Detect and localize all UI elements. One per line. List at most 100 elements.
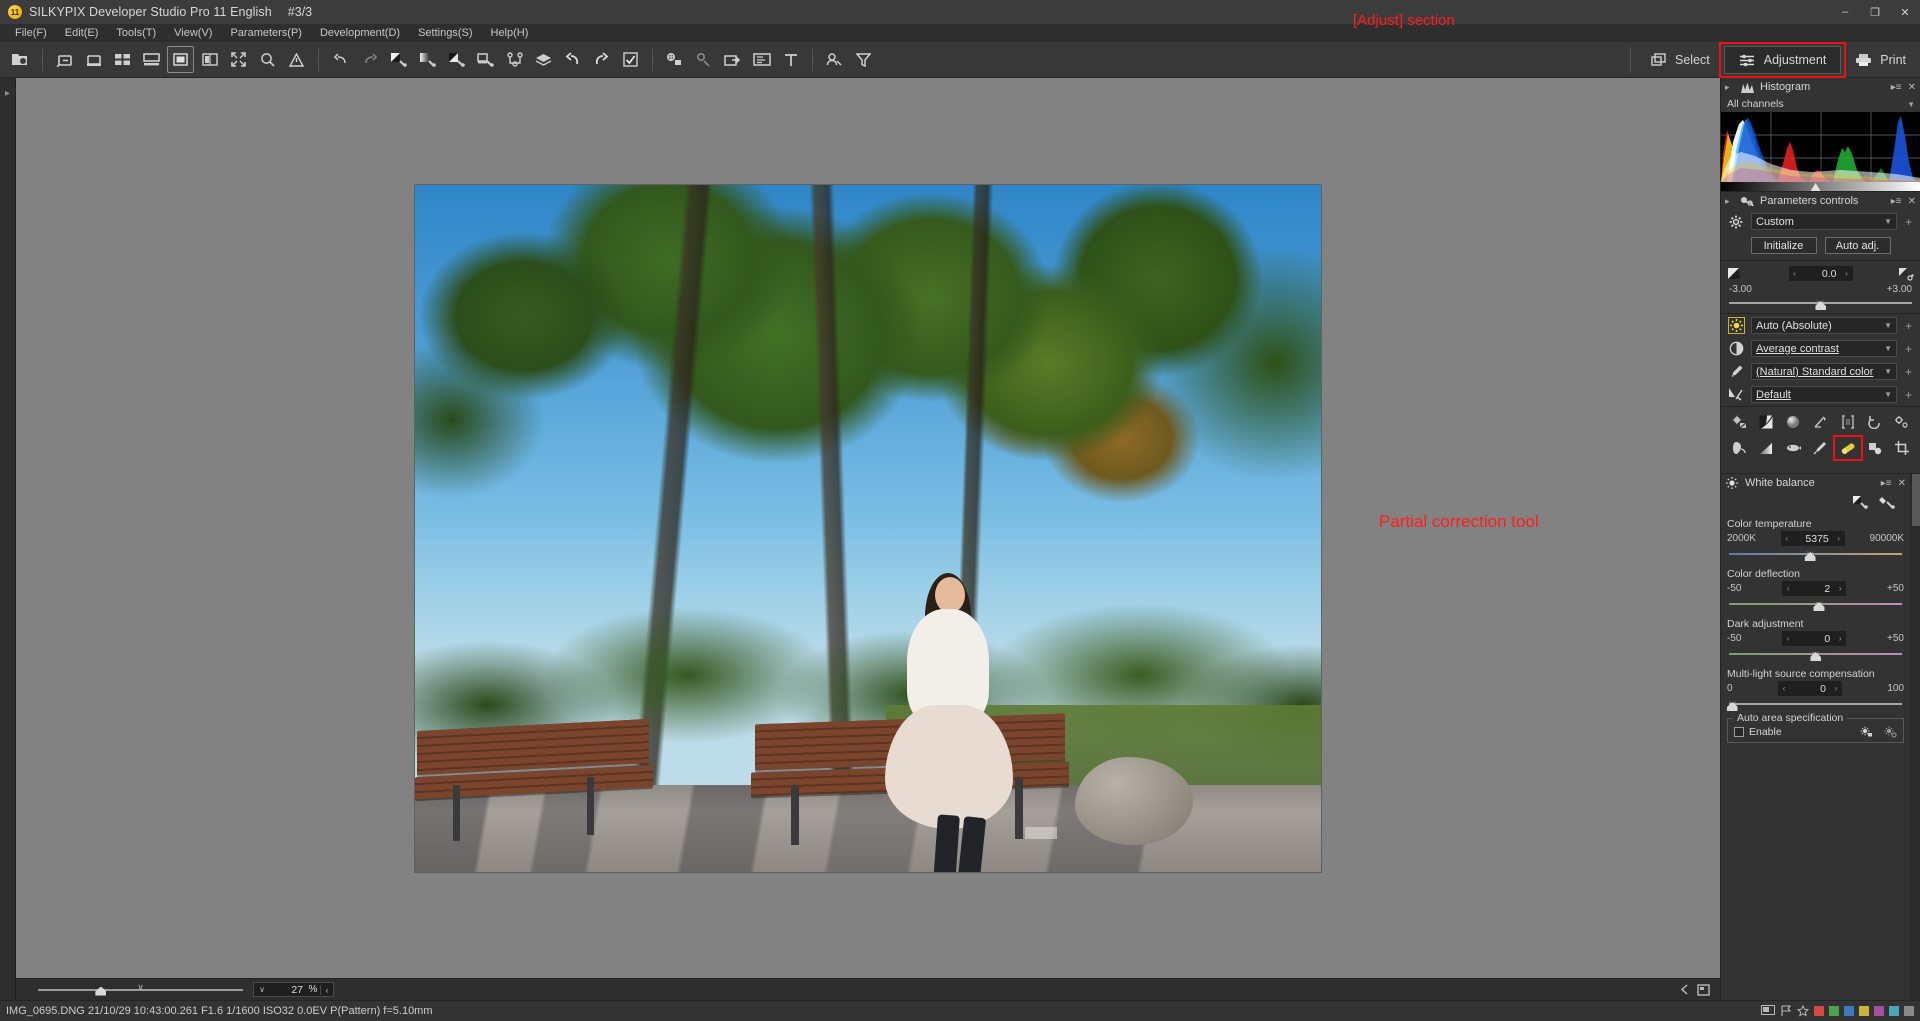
color-icon[interactable] bbox=[1727, 364, 1745, 379]
multi-light-spinner[interactable]: ‹ 0 › bbox=[1777, 681, 1842, 696]
fisheye-tool-icon[interactable] bbox=[1783, 439, 1803, 457]
auto-adj-button[interactable]: Auto adj. bbox=[1824, 237, 1891, 254]
preset-combo[interactable]: Custom ▼ bbox=[1751, 213, 1897, 230]
color-temperature-prev-arrow[interactable]: ‹ bbox=[1781, 534, 1793, 543]
auto-area-enable-row[interactable]: Enable bbox=[1734, 725, 1897, 738]
color-temperature-next-arrow[interactable]: › bbox=[1833, 534, 1845, 543]
lens-aberration-tool-icon[interactable]: II bbox=[1838, 413, 1858, 431]
initialize-button[interactable]: Initialize bbox=[1750, 237, 1817, 254]
chevron-right-icon[interactable]: ▸ bbox=[1725, 196, 1734, 207]
exposure-reset-icon[interactable] bbox=[1898, 267, 1914, 281]
slideshow-icon[interactable] bbox=[748, 46, 775, 73]
chevron-down-icon[interactable]: ▼ bbox=[1884, 217, 1892, 226]
histogram-channel-select[interactable]: All channels ▼ bbox=[1721, 96, 1920, 112]
white-balance-panel-header[interactable]: White balance ▸≡ ✕ bbox=[1721, 474, 1910, 492]
menu-file[interactable]: File(F) bbox=[6, 26, 56, 40]
maximize-button[interactable]: ❐ bbox=[1860, 0, 1890, 24]
filmstrip-icon[interactable] bbox=[138, 46, 165, 73]
menu-settings[interactable]: Settings(S) bbox=[409, 26, 481, 40]
mark-gray-icon[interactable] bbox=[1904, 1006, 1914, 1016]
exposure-icon[interactable] bbox=[1727, 267, 1743, 281]
left-collapse-strip[interactable]: ▸ bbox=[0, 78, 16, 1000]
gradation-brush-icon[interactable] bbox=[414, 46, 441, 73]
menu-parameters[interactable]: Parameters(P) bbox=[221, 26, 311, 40]
prev-image-icon[interactable] bbox=[1679, 984, 1691, 995]
skin-picker-icon[interactable] bbox=[1879, 495, 1896, 510]
open-folder-icon[interactable] bbox=[4, 46, 34, 73]
contrast-brush-icon[interactable] bbox=[443, 46, 470, 73]
compare-view-icon[interactable] bbox=[196, 46, 223, 73]
auto-area-sun-alt-icon[interactable] bbox=[1883, 725, 1897, 738]
mode-adjustment-button[interactable]: Adjustment bbox=[1718, 42, 1846, 78]
sharpness-tool-icon[interactable] bbox=[1810, 413, 1830, 431]
color-deflection-slider[interactable]: ⌵ bbox=[1729, 597, 1902, 612]
spotting-tool-icon[interactable] bbox=[1865, 439, 1885, 457]
rotate-right-icon[interactable] bbox=[588, 46, 615, 73]
exposure-slider[interactable]: ⌵ bbox=[1729, 296, 1912, 311]
color-deflection-next-arrow[interactable]: › bbox=[1834, 584, 1846, 593]
minimize-button[interactable]: – bbox=[1830, 0, 1860, 24]
rating-star-icon[interactable] bbox=[1797, 1005, 1809, 1017]
mark-green-icon[interactable] bbox=[1829, 1006, 1839, 1016]
multi-light-slider[interactable]: ⌵ bbox=[1726, 697, 1902, 712]
auto-area-enable-checkbox[interactable] bbox=[1734, 726, 1744, 737]
taste-paste-icon[interactable] bbox=[501, 46, 528, 73]
warning-icon[interactable] bbox=[283, 46, 310, 73]
chevron-right-icon[interactable]: ▸ bbox=[1725, 82, 1734, 93]
plus-icon[interactable]: + bbox=[1903, 388, 1914, 402]
fullscreen-icon[interactable] bbox=[1697, 983, 1710, 996]
close-button[interactable]: ✕ bbox=[1890, 0, 1920, 24]
text-tool-icon[interactable] bbox=[777, 46, 804, 73]
histogram-panel-header[interactable]: ▸ Histogram ▸≡ ✕ bbox=[1721, 78, 1920, 96]
panel-menu-icon[interactable]: ▸≡ bbox=[1891, 82, 1902, 93]
mode-select-button[interactable]: Select bbox=[1637, 46, 1724, 74]
chevron-down-icon[interactable]: ▼ bbox=[1884, 390, 1892, 399]
plus-icon[interactable]: + bbox=[1903, 342, 1914, 356]
mark-blue-icon[interactable] bbox=[1844, 1006, 1854, 1016]
exposure-bias-combo[interactable]: Auto (Absolute) ▼ bbox=[1751, 317, 1897, 334]
highlight-control-tool-icon[interactable] bbox=[1756, 439, 1776, 457]
panel-menu-icon[interactable]: ▸≡ bbox=[1891, 196, 1902, 207]
image-viewer[interactable] bbox=[16, 78, 1720, 978]
menu-help[interactable]: Help(H) bbox=[482, 26, 538, 40]
dark-adjustment-slider[interactable]: ⌵ bbox=[1729, 647, 1902, 662]
chevron-down-icon[interactable]: ▼ bbox=[1884, 367, 1892, 376]
color-temperature-spinner[interactable]: ‹ 5375 › bbox=[1780, 531, 1845, 546]
zoom-field[interactable]: ∨ 27 % ‹ bbox=[253, 982, 334, 997]
dark-adjustment-prev-arrow[interactable]: ‹ bbox=[1782, 634, 1794, 643]
panel-menu-icon[interactable]: ▸≡ bbox=[1881, 478, 1892, 489]
dark-adjustment-next-arrow[interactable]: › bbox=[1834, 634, 1846, 643]
chevron-down-icon[interactable]: ▼ bbox=[1884, 344, 1892, 353]
zoom-dropdown-icon[interactable]: ∨ bbox=[254, 985, 270, 994]
parameters-panel-header[interactable]: ▸ Parameters controls ▸≡ ✕ bbox=[1721, 192, 1920, 210]
develop-icon[interactable] bbox=[690, 46, 717, 73]
forward-arrow-icon[interactable] bbox=[80, 46, 107, 73]
plus-icon[interactable]: + bbox=[1903, 319, 1914, 333]
partial-correction-tool-icon[interactable] bbox=[1832, 435, 1863, 461]
right-panel-scrollbar[interactable] bbox=[1910, 474, 1920, 1000]
tone-curve-tool-icon[interactable] bbox=[1729, 413, 1749, 431]
multi-light-next-arrow[interactable]: › bbox=[1830, 684, 1842, 693]
menu-view[interactable]: View(V) bbox=[165, 26, 221, 40]
gray-picker-icon[interactable] bbox=[1852, 495, 1869, 510]
copy-settings-icon[interactable] bbox=[472, 46, 499, 73]
menu-tools[interactable]: Tools(T) bbox=[107, 26, 165, 40]
chevron-down-icon[interactable]: ▼ bbox=[1884, 321, 1892, 330]
multi-light-prev-arrow[interactable]: ‹ bbox=[1778, 684, 1790, 693]
exposure-spinner[interactable]: ‹ 0.0 › bbox=[1788, 266, 1853, 281]
checkmark-icon[interactable] bbox=[617, 46, 644, 73]
mode-print-button[interactable]: Print bbox=[1841, 46, 1920, 74]
exposure-next-arrow[interactable]: › bbox=[1841, 269, 1853, 278]
flag-icon[interactable] bbox=[1780, 1005, 1792, 1017]
color-combo[interactable]: (Natural) Standard color ▼ bbox=[1751, 363, 1897, 380]
zoom-prev-arrow[interactable]: ‹ bbox=[320, 984, 333, 995]
contrast-icon[interactable] bbox=[1727, 341, 1745, 356]
crop-tool-icon[interactable] bbox=[1892, 439, 1912, 457]
batch-develop-icon[interactable] bbox=[661, 46, 688, 73]
monitor-icon[interactable] bbox=[1761, 1005, 1775, 1017]
sharpness-combo[interactable]: Default ▼ bbox=[1751, 386, 1897, 403]
mark-red-icon[interactable] bbox=[1814, 1006, 1824, 1016]
rotate-left-icon[interactable] bbox=[559, 46, 586, 73]
auto-area-sun-icon[interactable] bbox=[1859, 725, 1873, 738]
mark-cyan-icon[interactable] bbox=[1889, 1006, 1899, 1016]
